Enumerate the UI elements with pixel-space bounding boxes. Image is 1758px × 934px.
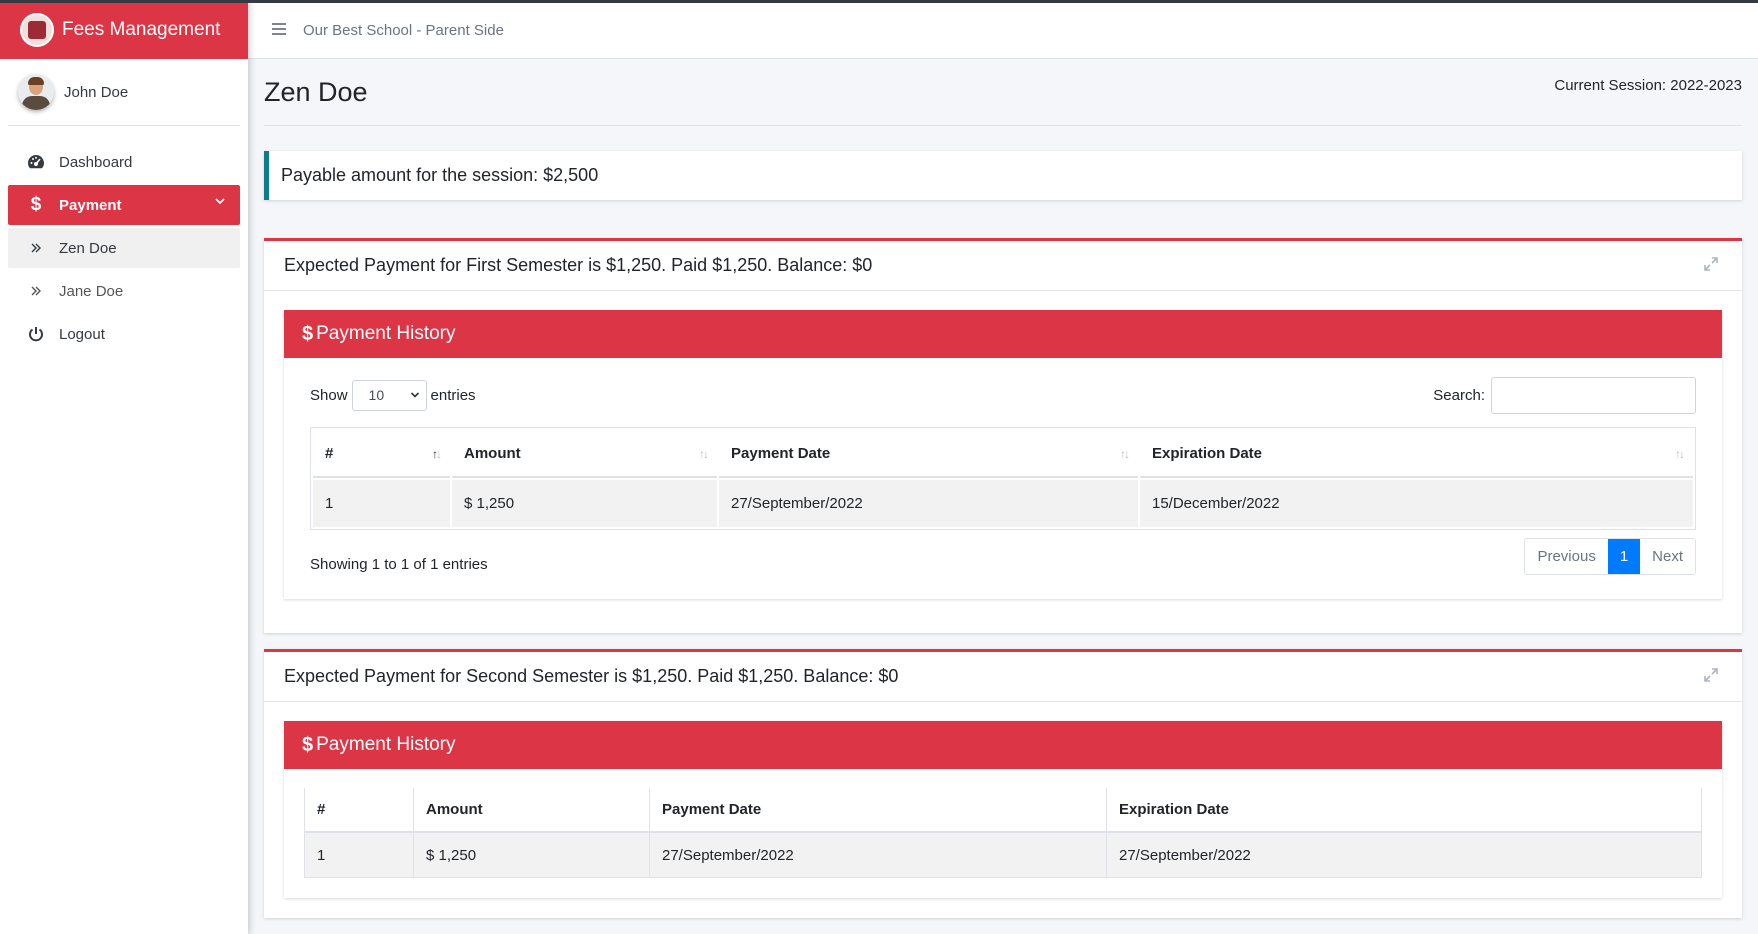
current-session: Current Session: 2022-2023 (1554, 77, 1742, 94)
payable-callout: Payable amount for the session: $2,500 (264, 151, 1742, 200)
column-header-amount: Amount (413, 788, 649, 833)
power-icon (25, 326, 47, 342)
table-controls: Show 10 entries Search: (310, 376, 1696, 414)
cell-payment-date: 27/September/2022 (719, 480, 1138, 527)
expand-icon[interactable] (1704, 667, 1718, 686)
payment-history-body: Show 10 entries Search: # ↑↓ Amount ↑↓ P… (284, 358, 1722, 599)
card-header: Expected Payment for Second Semester is … (264, 652, 1742, 702)
sidebar-nav: Dashboard $ Payment Zen Doe Jane Doe Log… (0, 126, 248, 354)
search-label: Search: (1433, 386, 1485, 404)
payment-history-header: $ Payment History (284, 721, 1722, 769)
column-header-number: # (305, 788, 413, 833)
sort-icon: ↑↓ (1675, 447, 1685, 461)
table-row: 1 $ 1,250 27/September/2022 15/December/… (313, 480, 1693, 527)
page-header: Zen Doe Current Session: 2022-2023 (264, 59, 1742, 126)
show-label: Show (310, 386, 348, 404)
dollar-icon: $ (302, 733, 314, 756)
cell-payment-date: 27/September/2022 (649, 833, 1106, 877)
payment-history-body: # Amount Payment Date Expiration Date 1 … (284, 769, 1722, 898)
avatar (18, 74, 54, 110)
cell-expiration-date: 27/September/2022 (1106, 833, 1701, 877)
entries-value: 10 (368, 387, 385, 403)
next-button[interactable]: Next (1640, 539, 1695, 574)
main-content: Zen Doe Current Session: 2022-2023 Payab… (248, 59, 1758, 934)
payment-history-header: $ Payment History (284, 310, 1722, 358)
sidebar: Fees Management John Doe Dashboard $ Pay… (0, 0, 248, 934)
dashboard-icon (25, 154, 47, 170)
chevron-down-icon (410, 387, 420, 403)
sort-icon: ↑↓ (1120, 447, 1130, 461)
column-header-expiration-date: Expiration Date (1106, 788, 1701, 833)
sidebar-item-label: Payment (59, 196, 122, 214)
cell-number: 1 (313, 480, 450, 527)
card-header: Expected Payment for First Semester is $… (264, 241, 1742, 291)
user-name[interactable]: John Doe (64, 84, 128, 101)
hamburger-menu-icon[interactable] (271, 20, 287, 41)
sidebar-item-label: Zen Doe (59, 239, 117, 257)
sidebar-item-dashboard[interactable]: Dashboard (8, 142, 240, 182)
top-navbar: Our Best School - Parent Side (248, 3, 1758, 59)
table-footer: Showing 1 to 1 of 1 entries Previous 1 N… (310, 538, 1696, 575)
dollar-icon: $ (302, 322, 314, 345)
payment-history-title: Payment History (316, 734, 456, 755)
school-name[interactable]: Our Best School - Parent Side (303, 22, 504, 39)
table-row: 1 $ 1,250 27/September/2022 27/September… (305, 833, 1701, 877)
column-header-expiration-date[interactable]: Expiration Date ↑↓ (1140, 430, 1693, 478)
column-header-payment-date: Payment Date (649, 788, 1106, 833)
payment-history-title: Payment History (316, 323, 456, 344)
table-header-row: # ↑↓ Amount ↑↓ Payment Date ↑↓ Expiration D… (313, 430, 1693, 478)
sidebar-item-label: Logout (59, 325, 105, 343)
previous-button[interactable]: Previous (1525, 539, 1607, 574)
sidebar-item-payment[interactable]: $ Payment (8, 185, 240, 225)
semester-summary: Expected Payment for First Semester is $… (284, 255, 873, 275)
page-title: Zen Doe (264, 76, 368, 107)
dollar-icon: $ (30, 194, 42, 215)
table-info: Showing 1 to 1 of 1 entries (310, 556, 488, 573)
entries-label: entries (430, 386, 476, 404)
column-header-payment-date[interactable]: Payment Date ↑↓ (719, 430, 1138, 478)
payment-history-panel: $ Payment History Show 10 entries Search… (284, 310, 1722, 599)
payment-history-table: # ↑↓ Amount ↑↓ Payment Date ↑↓ Expiration D… (310, 427, 1696, 530)
payment-history-table: # Amount Payment Date Expiration Date 1 … (304, 788, 1702, 878)
column-header-number[interactable]: # ↑↓ (313, 430, 450, 478)
window-top-border (0, 0, 1758, 3)
sidebar-item-zen-doe[interactable]: Zen Doe (8, 228, 240, 268)
cell-amount: $ 1,250 (413, 833, 649, 877)
entries-select[interactable]: 10 (351, 379, 427, 411)
column-header-amount[interactable]: Amount ↑↓ (452, 430, 717, 478)
cell-amount: $ 1,250 (452, 480, 717, 527)
sidebar-item-label: Jane Doe (59, 282, 124, 300)
sidebar-item-jane-doe[interactable]: Jane Doe (8, 271, 240, 311)
semester-summary: Expected Payment for Second Semester is … (284, 666, 899, 686)
payable-amount: Payable amount for the session: $2,500 (281, 165, 599, 185)
brand-text: Fees Management (62, 18, 221, 40)
search-input[interactable] (1491, 376, 1696, 414)
school-logo-icon (20, 12, 54, 47)
sidebar-item-label: Dashboard (59, 153, 133, 171)
double-chevron-right-icon (25, 285, 47, 297)
sort-ascending-icon: ↑↓ (432, 447, 442, 461)
brand[interactable]: Fees Management (0, 0, 248, 59)
user-panel[interactable]: John Doe (8, 59, 240, 126)
table-header-row: # Amount Payment Date Expiration Date (305, 788, 1701, 833)
sidebar-item-logout[interactable]: Logout (8, 314, 240, 354)
double-chevron-right-icon (25, 242, 47, 254)
semester-card-second: Expected Payment for Second Semester is … (264, 649, 1742, 918)
sort-icon: ↑↓ (699, 447, 709, 461)
page-1-button[interactable]: 1 (1607, 539, 1641, 574)
expand-icon[interactable] (1704, 256, 1718, 275)
payment-history-panel: $ Payment History # Amount Payment Date … (284, 721, 1722, 898)
pagination: Previous 1 Next (1524, 538, 1696, 575)
cell-number: 1 (305, 833, 413, 877)
chevron-down-icon (214, 194, 226, 211)
semester-card-first: Expected Payment for First Semester is $… (264, 238, 1742, 633)
cell-expiration-date: 15/December/2022 (1140, 480, 1693, 527)
